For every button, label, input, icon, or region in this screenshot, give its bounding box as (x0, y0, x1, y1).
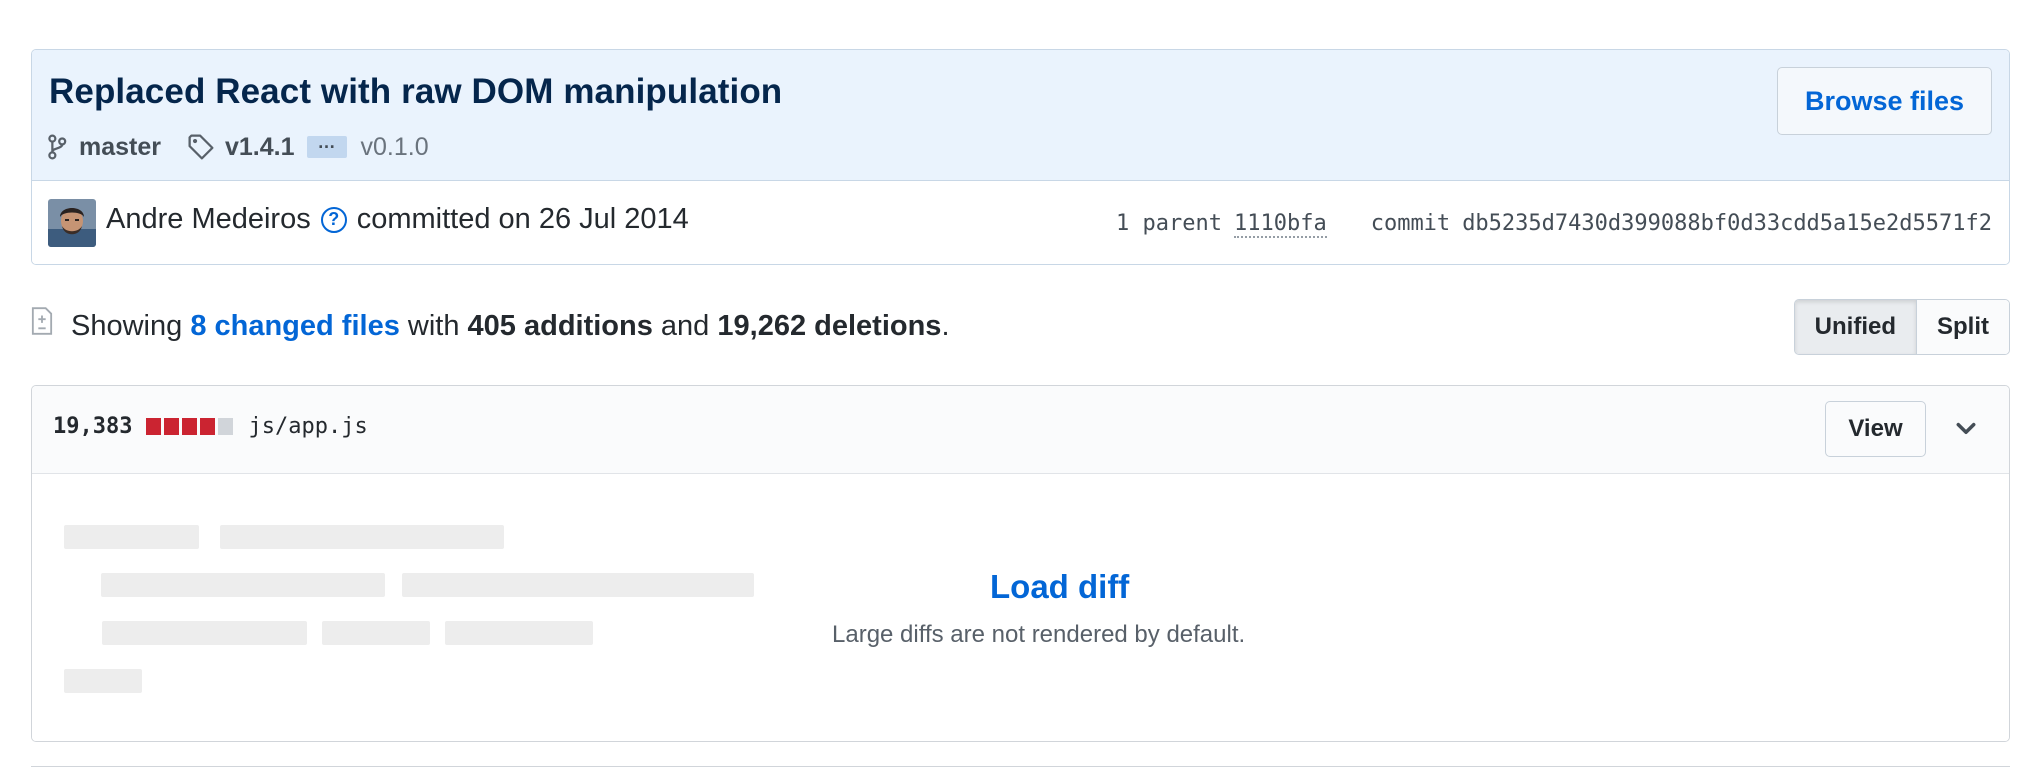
commit-sha: db5235d7430d399088bf0d33cdd5a15e2d5571f2 (1462, 211, 1992, 236)
change-count: 19,383 (53, 414, 133, 439)
split-button[interactable]: Split (1917, 300, 2009, 354)
summary-period: . (941, 309, 950, 342)
committed-date: committed on 26 Jul 2014 (356, 203, 689, 235)
parent-label: 1 parent (1116, 211, 1222, 236)
deletions-count: 19,262 deletions (717, 309, 942, 342)
file-info: 19,383 js/app.js (53, 414, 368, 439)
diffstat-deletion-block (164, 418, 180, 435)
tag-link[interactable]: v1.4.1 (225, 133, 295, 162)
commit-meta: Andre Medeiros ? committed on 26 Jul 201… (32, 183, 2009, 264)
placeholder-line (102, 621, 307, 645)
placeholder-line (402, 573, 754, 597)
file-path-link[interactable]: js/app.js (248, 414, 367, 439)
unified-button[interactable]: Unified (1794, 300, 1917, 354)
summary-with: with (407, 309, 460, 342)
placeholder-line (64, 669, 142, 693)
commit-refs: master v1.4.1 … v0.1.0 (47, 130, 429, 164)
placeholder-line (445, 621, 593, 645)
summary-and: and (660, 309, 710, 342)
file-body: Load diff Large diffs are not rendered b… (32, 475, 2009, 741)
file-diff-icon (31, 307, 53, 335)
diffstat-bar (146, 418, 236, 435)
load-diff-link[interactable]: Load diff (990, 568, 1129, 606)
diff-summary: Showing 8 changed files with 405 additio… (31, 304, 950, 348)
placeholder-line (322, 621, 430, 645)
placeholder-line (101, 573, 385, 597)
commit-label: commit (1370, 211, 1451, 236)
question-icon[interactable]: ? (320, 206, 347, 233)
diffstat-deletion-block (182, 418, 198, 435)
load-diff-note: Large diffs are not rendered by default. (832, 621, 1246, 648)
tag-icon (188, 134, 214, 160)
author-line: Andre Medeiros ? committed on 26 Jul 201… (106, 203, 689, 236)
diffstat-neutral-block (218, 418, 234, 435)
additions-count: 405 additions (467, 309, 653, 342)
commit-panel: Replaced React with raw DOM manipulation… (31, 49, 2010, 265)
file-diff: 19,383 js/app.js View Load diff Large di… (31, 385, 2010, 742)
parent-sha-link[interactable]: 1110bfa (1233, 211, 1327, 238)
diffstat-deletion-block (200, 418, 216, 435)
git-branch-icon (48, 134, 67, 160)
placeholder-line (64, 525, 199, 549)
commit-header: Replaced React with raw DOM manipulation… (32, 50, 2009, 181)
expand-tags-button[interactable]: … (306, 133, 347, 158)
diffstat-deletion-block (146, 418, 162, 435)
summary-showing: Showing (71, 309, 183, 342)
commit-title: Replaced React with raw DOM manipulation (49, 72, 783, 111)
avatar-image (48, 199, 96, 247)
branch-link[interactable]: master (79, 133, 161, 162)
avatar[interactable] (48, 199, 96, 247)
oldest-tag-link[interactable]: v0.1.0 (361, 133, 429, 162)
changed-files-link[interactable]: 8 changed files (190, 310, 400, 343)
browse-files-button[interactable]: Browse files (1777, 67, 1992, 135)
chevron-down-icon[interactable] (1955, 418, 1977, 440)
file-header: 19,383 js/app.js View (32, 386, 2009, 474)
view-file-button[interactable]: View (1825, 401, 1926, 457)
commit-sha-info: 1 parent 1110bfa commit db5235d7430d3990… (1116, 211, 1992, 238)
next-file-edge (31, 766, 2010, 770)
diff-view-toggle: Unified Split (1793, 299, 2010, 355)
author-link[interactable]: Andre Medeiros (106, 203, 311, 236)
placeholder-line (220, 525, 504, 549)
